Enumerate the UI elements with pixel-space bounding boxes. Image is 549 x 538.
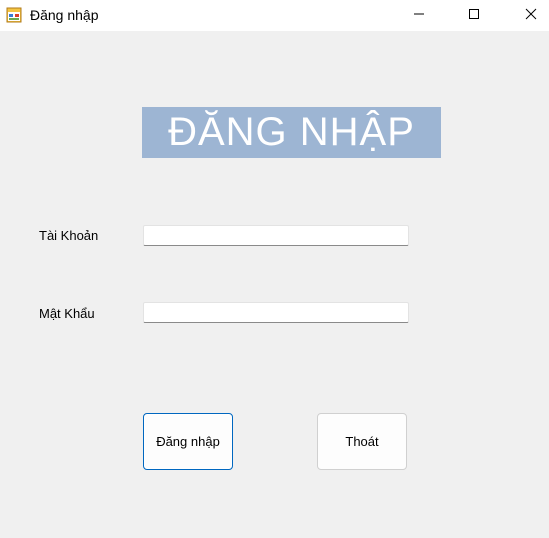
- username-input[interactable]: [143, 225, 409, 246]
- minimize-button[interactable]: [396, 0, 442, 31]
- minimize-icon: [413, 7, 425, 25]
- username-label: Tài Khoản: [39, 228, 99, 243]
- password-label: Mật Khẩu: [39, 306, 95, 321]
- maximize-button[interactable]: [451, 0, 497, 31]
- close-button[interactable]: [508, 0, 549, 31]
- maximize-icon: [468, 7, 480, 25]
- login-button[interactable]: Đăng nhập: [143, 413, 233, 470]
- close-icon: [525, 7, 537, 25]
- exit-button[interactable]: Thoát: [317, 413, 407, 470]
- window-title: Đăng nhập: [30, 7, 99, 23]
- title-bar[interactable]: Đăng nhập: [0, 0, 549, 31]
- login-heading: ĐĂNG NHẬP: [142, 107, 441, 158]
- login-window: Đăng nhập ĐĂNG NHẬP Tài Khoản Mật Khẩu Đ…: [0, 0, 549, 538]
- password-input[interactable]: [143, 302, 409, 323]
- form-app-icon: [6, 7, 22, 23]
